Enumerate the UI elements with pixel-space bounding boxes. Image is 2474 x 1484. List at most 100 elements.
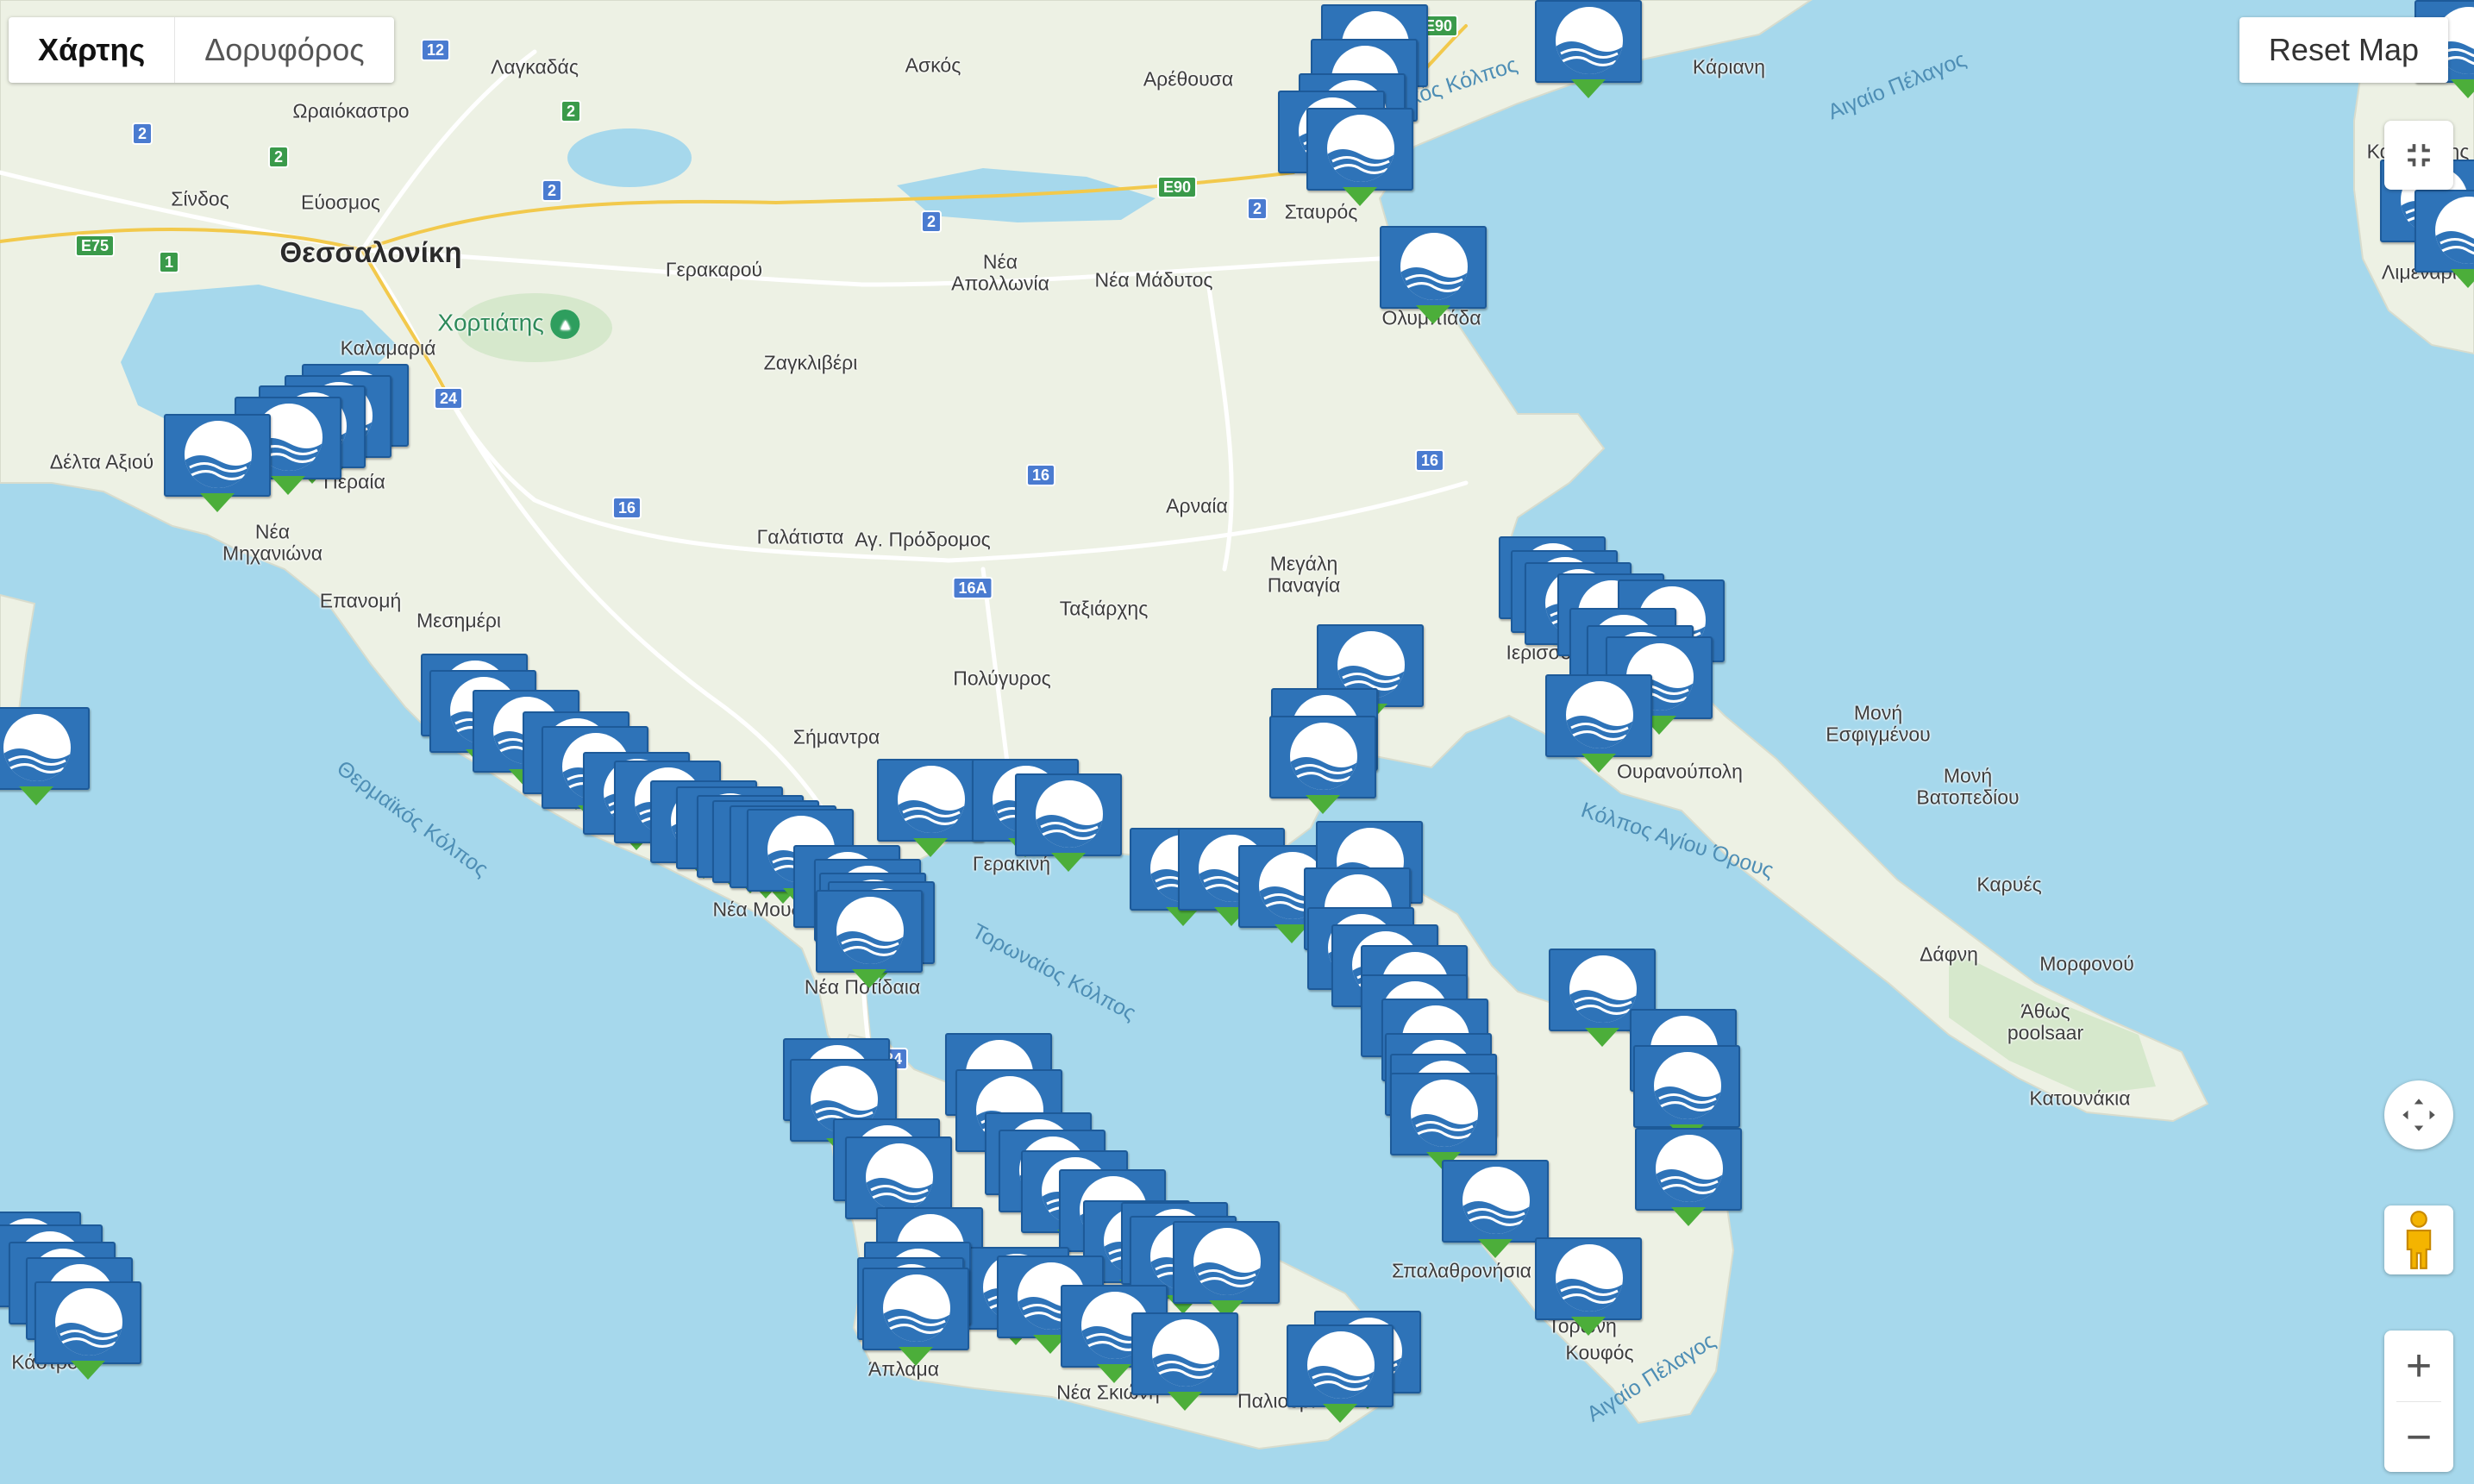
place-label: Ταξιάρχης	[1059, 597, 1149, 620]
blue-flag-beach-icon	[1566, 716, 1633, 748]
marker-tile	[1173, 1221, 1280, 1304]
beach-marker[interactable]	[1306, 108, 1413, 210]
beach-marker[interactable]	[1269, 716, 1376, 817]
beach-marker[interactable]	[816, 890, 923, 992]
road-shield: 16	[611, 497, 642, 519]
beach-marker[interactable]	[1131, 1312, 1238, 1414]
marker-tile	[1545, 674, 1652, 757]
blue-flag-beach-icon	[1290, 757, 1357, 790]
mountain-icon: ▲	[550, 310, 580, 339]
blue-flag-beach-icon	[1556, 41, 1623, 74]
zoom-in-button[interactable]: +	[2384, 1331, 2453, 1401]
beach-marker[interactable]	[1015, 773, 1122, 875]
reset-map-button[interactable]: Reset Map	[2239, 17, 2448, 83]
road-shield: 24	[433, 387, 464, 410]
marker-arrow	[1571, 79, 1606, 98]
marker-tile	[1633, 1045, 1740, 1128]
marker-disc	[55, 1288, 122, 1356]
beach-marker[interactable]	[1287, 1324, 1394, 1426]
marker-disc	[1462, 1167, 1530, 1234]
place-label: Άθως poolsaar	[2007, 999, 2084, 1044]
zoom-control: + −	[2384, 1331, 2453, 1472]
marker-disc	[1327, 115, 1394, 182]
map-type-map-button[interactable]: Χάρτης	[9, 17, 176, 83]
road-shield: 2	[541, 179, 563, 202]
marker-arrow	[852, 969, 886, 988]
beach-marker[interactable]	[1635, 1128, 1742, 1230]
marker-arrow	[1585, 1028, 1619, 1047]
marker-disc	[1400, 233, 1468, 300]
camera-control-button[interactable]	[2384, 1080, 2453, 1149]
beach-marker[interactable]	[1173, 1221, 1280, 1323]
place-label: Δέλτα Αξιού	[49, 450, 154, 473]
beach-marker[interactable]	[164, 414, 271, 516]
blue-flag-beach-icon	[836, 931, 904, 964]
place-label: Επανομή	[319, 589, 402, 612]
map-type-satellite-button[interactable]: Δορυφόρος	[175, 17, 393, 83]
marker-tile	[877, 759, 984, 842]
blue-flag-beach-icon	[2435, 231, 2474, 264]
place-label: Αρναία	[1166, 494, 1228, 517]
road-shield: 12	[420, 39, 451, 61]
blue-flag-beach-icon	[1569, 990, 1637, 1023]
place-label: Αρέθουσα	[1143, 67, 1234, 91]
place-label: Νέα Απολλωνία	[951, 250, 1049, 295]
marker-disc	[898, 766, 965, 833]
marker-disc	[1290, 723, 1357, 790]
beach-marker[interactable]	[1545, 674, 1652, 776]
blue-flag-beach-icon	[55, 1323, 122, 1356]
street-view-pegman-icon	[2406, 1211, 2432, 1269]
place-label: Χορτιάτης ▲	[437, 309, 580, 339]
place-label: Μορφονού	[2039, 952, 2134, 975]
marker-tile	[34, 1281, 141, 1364]
place-label: Γερακαρού	[665, 258, 763, 281]
beach-marker[interactable]	[1535, 1237, 1642, 1339]
beach-marker[interactable]	[2414, 190, 2474, 291]
marker-tile	[2414, 190, 2474, 272]
zoom-out-button[interactable]: −	[2384, 1402, 2453, 1473]
camera-control-icon	[2402, 1099, 2435, 1131]
beach-marker[interactable]	[862, 1268, 969, 1369]
marker-tile	[1015, 773, 1122, 856]
place-label: Μεσημέρι	[416, 609, 502, 632]
blue-flag-beach-icon	[185, 455, 252, 488]
place-label: Θεσσαλονίκη	[279, 235, 462, 268]
blue-flag-beach-icon	[866, 1178, 933, 1211]
marker-disc	[1152, 1319, 1219, 1387]
fullscreen-button[interactable]	[2384, 121, 2453, 190]
marker-tile	[1306, 108, 1413, 191]
map-type-control: Χάρτης Δορυφόρος	[9, 17, 394, 83]
marker-tile	[1131, 1312, 1238, 1395]
marker-arrow	[271, 476, 305, 495]
beach-marker[interactable]	[1535, 0, 1642, 102]
place-label: Σήμαντρα	[792, 725, 880, 748]
blue-flag-beach-icon	[1193, 1262, 1261, 1295]
blue-flag-beach-icon	[1152, 1354, 1219, 1387]
marker-arrow	[2451, 269, 2474, 288]
marker-arrow	[200, 493, 235, 512]
place-label: Νέα Μάδυτος	[1094, 268, 1213, 291]
marker-disc	[185, 421, 252, 488]
marker-tile	[1535, 0, 1642, 83]
marker-disc	[1307, 1331, 1375, 1399]
place-label: Σίνδος	[171, 187, 229, 210]
marker-arrow	[1343, 187, 1377, 206]
blue-flag-beach-icon	[1462, 1201, 1530, 1234]
marker-disc	[1656, 1135, 1723, 1202]
beach-marker[interactable]	[1442, 1160, 1549, 1262]
marker-arrow	[1323, 1404, 1357, 1423]
street-view-button[interactable]	[2384, 1205, 2453, 1274]
beach-marker[interactable]	[877, 759, 984, 861]
marker-arrow	[1478, 1239, 1513, 1258]
marker-tile	[0, 707, 90, 790]
beach-marker[interactable]	[0, 707, 90, 809]
place-label: Ωραιόκαστρο	[292, 99, 410, 122]
beach-marker[interactable]	[1380, 226, 1487, 328]
blue-flag-beach-icon	[1327, 149, 1394, 182]
beach-marker[interactable]	[34, 1281, 141, 1383]
marker-tile	[862, 1268, 969, 1350]
road-shield: 16	[1414, 449, 1445, 472]
marker-tile	[1287, 1324, 1394, 1407]
marker-disc	[1193, 1228, 1261, 1295]
place-label: Αγ. Πρόδρομος	[855, 528, 991, 551]
